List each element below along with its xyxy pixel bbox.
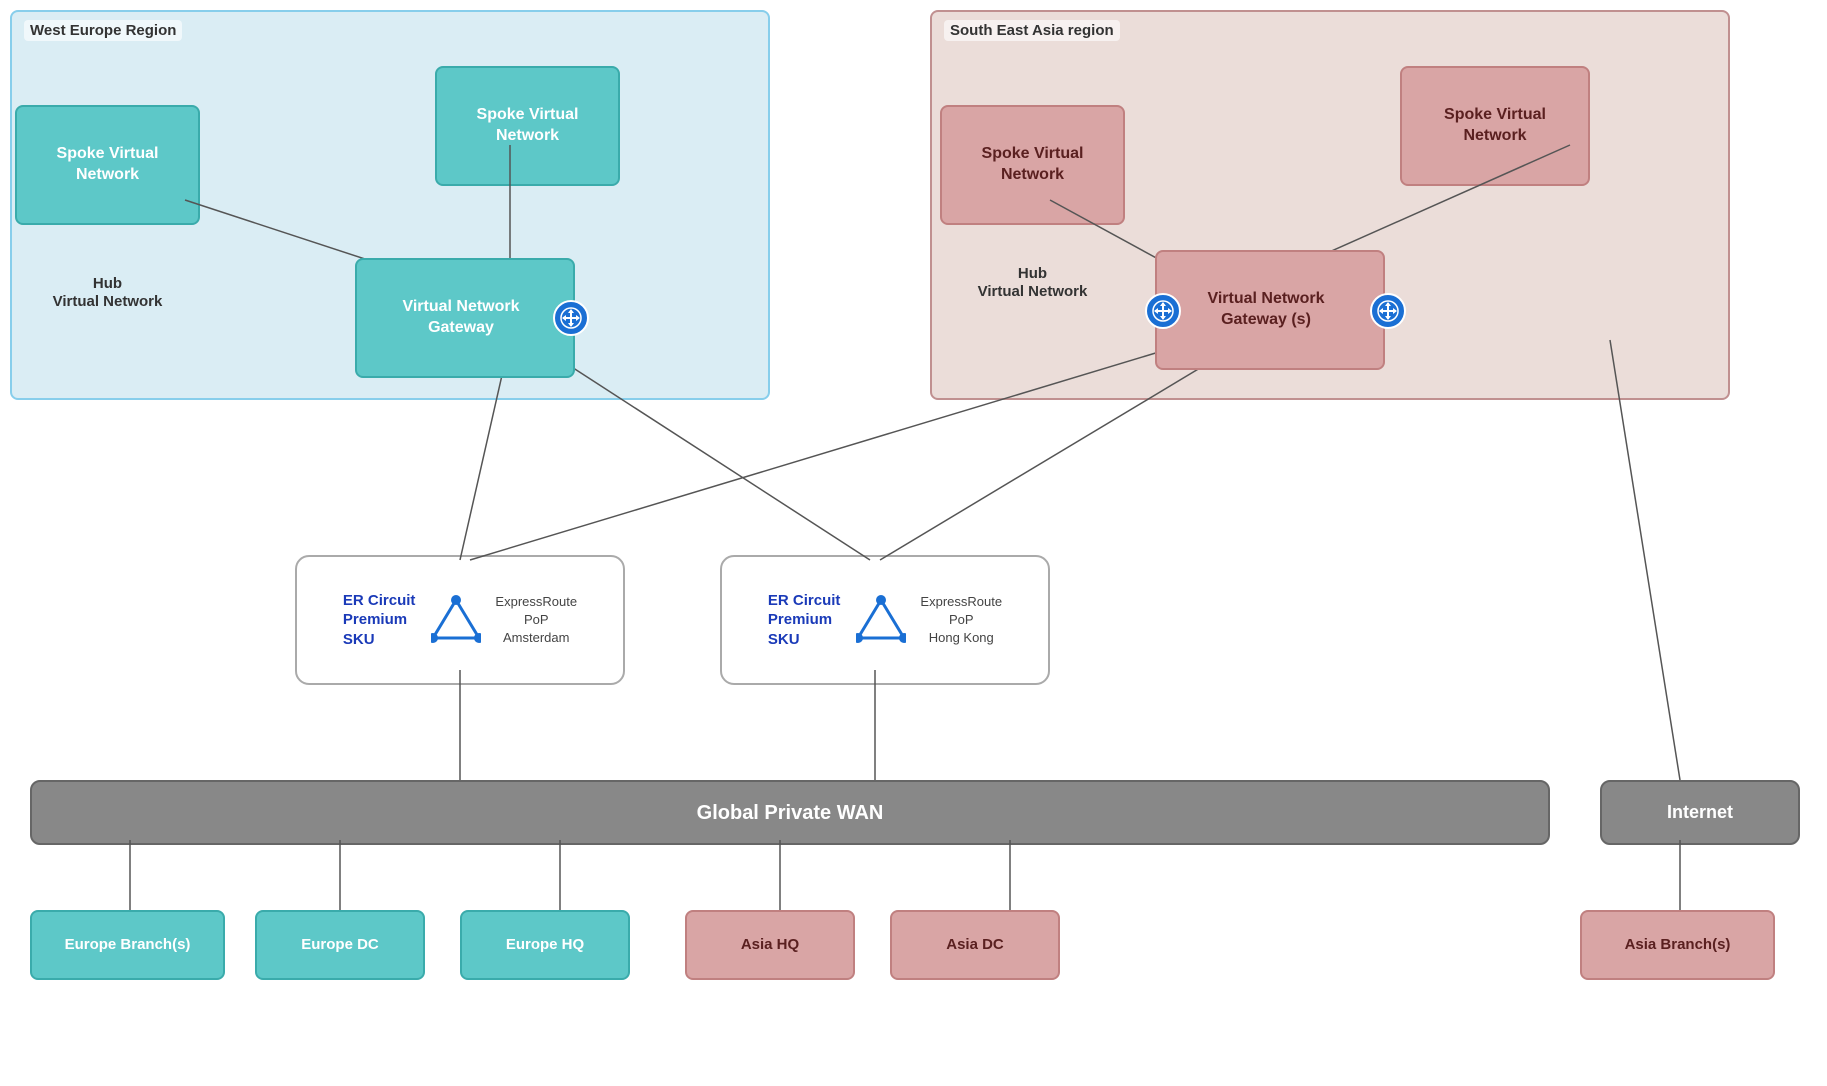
er-hongkong-circuit-label: ER CircuitPremiumSKU bbox=[768, 591, 841, 650]
diagram: West Europe Region South East Asia regio… bbox=[0, 0, 1827, 1086]
europe-dc-box: Europe DC bbox=[255, 910, 425, 980]
sea-hub-label-area: HubVirtual Network bbox=[945, 265, 1120, 301]
er-amsterdam-circuit-label: ER CircuitPremiumSKU bbox=[343, 591, 416, 650]
er-hongkong-box: ER CircuitPremiumSKU ExpressRoutePoPHong… bbox=[720, 555, 1050, 685]
sea-gateway-label: Virtual Network Gateway (s) bbox=[1207, 289, 1324, 331]
internet-box: Internet bbox=[1600, 780, 1800, 845]
west-spoke1-label: Spoke Virtual Network bbox=[57, 144, 159, 186]
asia-branch-label: Asia Branch(s) bbox=[1625, 935, 1731, 955]
west-spoke2-box: Spoke Virtual Network bbox=[435, 66, 620, 186]
er-amsterdam-box: ER CircuitPremiumSKU ExpressRoutePoPAmst… bbox=[295, 555, 625, 685]
asia-dc-box: Asia DC bbox=[890, 910, 1060, 980]
sea-region-label: South East Asia region bbox=[944, 20, 1120, 41]
asia-hq-box: Asia HQ bbox=[685, 910, 855, 980]
west-spoke1-box: Spoke Virtual Network bbox=[15, 105, 200, 225]
asia-dc-label: Asia DC bbox=[946, 935, 1004, 955]
west-region-label: West Europe Region bbox=[24, 20, 182, 41]
sea-gateway-box: Virtual Network Gateway (s) bbox=[1155, 250, 1385, 370]
west-gateway-icon bbox=[553, 300, 589, 336]
europe-branch-box: Europe Branch(s) bbox=[30, 910, 225, 980]
er-amsterdam-pop-label: ExpressRoutePoPAmsterdam bbox=[495, 594, 577, 645]
global-wan-label: Global Private WAN bbox=[697, 800, 884, 826]
sea-spoke1-box: Spoke Virtual Network bbox=[940, 105, 1125, 225]
sea-spoke1-label: Spoke Virtual Network bbox=[982, 144, 1084, 186]
asia-branch-box: Asia Branch(s) bbox=[1580, 910, 1775, 980]
internet-label: Internet bbox=[1667, 801, 1733, 824]
global-wan-box: Global Private WAN bbox=[30, 780, 1550, 845]
west-gateway-label: Virtual Network Gateway bbox=[402, 297, 519, 339]
europe-hq-label: Europe HQ bbox=[506, 935, 584, 955]
west-spoke2-label: Spoke Virtual Network bbox=[477, 105, 579, 147]
sea-spoke2-box: Spoke Virtual Network bbox=[1400, 66, 1590, 186]
europe-dc-label: Europe DC bbox=[301, 935, 379, 955]
asia-hq-label: Asia HQ bbox=[741, 935, 799, 955]
er-hongkong-pop-label: ExpressRoutePoPHong Kong bbox=[920, 594, 1002, 645]
sea-gateway-icon-right bbox=[1370, 293, 1406, 329]
europe-branch-label: Europe Branch(s) bbox=[65, 935, 191, 955]
west-hub-label: HubVirtual Network bbox=[53, 275, 163, 310]
sea-gateway-icon-left bbox=[1145, 293, 1181, 329]
sea-hub-label: HubVirtual Network bbox=[978, 265, 1088, 300]
west-gateway-box: Virtual Network Gateway bbox=[355, 258, 575, 378]
west-hub-label-area: HubVirtual Network bbox=[20, 275, 195, 311]
sea-spoke2-label: Spoke Virtual Network bbox=[1444, 105, 1546, 147]
europe-hq-box: Europe HQ bbox=[460, 910, 630, 980]
